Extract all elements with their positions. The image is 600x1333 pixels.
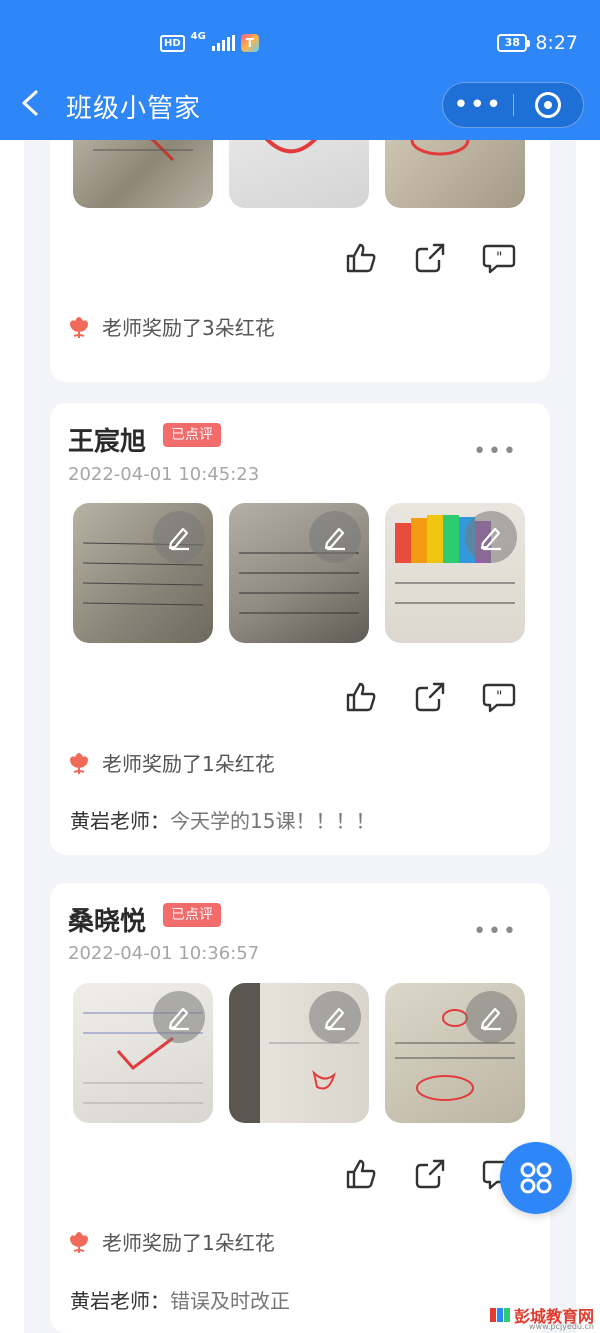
like-icon bbox=[346, 243, 376, 273]
mini-program-capsule: ••• bbox=[442, 82, 584, 128]
battery-icon: 38 bbox=[497, 34, 531, 52]
edit-icon bbox=[480, 1007, 501, 1031]
svg-text:": " bbox=[496, 689, 502, 705]
comment-text: 错误及时改正 bbox=[170, 1289, 290, 1313]
network-type: 4G bbox=[190, 31, 206, 42]
submit-time: 2022-04-01 10:36:57 bbox=[68, 943, 260, 964]
share-button[interactable] bbox=[412, 679, 448, 715]
status-badge: 已点评 bbox=[163, 903, 221, 927]
student-name: 桑晓悦 bbox=[68, 907, 147, 937]
comment-icon: " bbox=[482, 683, 516, 713]
homework-photo[interactable] bbox=[73, 503, 213, 643]
like-button[interactable] bbox=[343, 679, 379, 715]
site-watermark: 彭城教育网 www.pcjyedu.cn bbox=[489, 1303, 594, 1331]
share-icon bbox=[415, 1159, 445, 1189]
homework-photo[interactable] bbox=[229, 503, 369, 643]
share-button[interactable] bbox=[412, 240, 448, 276]
edit-button[interactable] bbox=[309, 991, 361, 1043]
status-left: HD 4G T bbox=[160, 31, 259, 52]
commenter-name: 黄岩老师： bbox=[70, 1289, 170, 1313]
comment-button[interactable]: " bbox=[481, 679, 517, 715]
homework-photo[interactable] bbox=[385, 983, 525, 1123]
like-button[interactable] bbox=[343, 1156, 379, 1192]
edit-icon bbox=[324, 1007, 345, 1031]
edit-button[interactable] bbox=[309, 511, 361, 563]
edit-button[interactable] bbox=[465, 511, 517, 563]
commenter-name: 黄岩老师： bbox=[70, 809, 170, 833]
homework-card: 王宸旭 已点评 2022-04-01 10:45:23 ••• " 老师奖励了1… bbox=[50, 403, 550, 855]
homework-photo[interactable] bbox=[73, 983, 213, 1123]
status-right: 38 8:27 bbox=[497, 32, 578, 54]
status-time: 8:27 bbox=[535, 32, 578, 54]
floating-menu-button[interactable] bbox=[500, 1142, 572, 1214]
more-icon: ••• bbox=[453, 90, 503, 120]
edit-button[interactable] bbox=[465, 991, 517, 1043]
edit-icon bbox=[324, 527, 345, 551]
watermark-url: www.pcjyedu.cn bbox=[529, 1322, 594, 1331]
like-icon bbox=[346, 1159, 376, 1189]
reward-row: 老师奖励了1朵红花 bbox=[66, 1227, 275, 1256]
card-more-button[interactable]: ••• bbox=[473, 439, 518, 464]
status-badge: 已点评 bbox=[163, 423, 221, 447]
reward-row: 老师奖励了3朵红花 bbox=[66, 312, 275, 341]
menu-grid-icon bbox=[520, 1162, 552, 1194]
like-button[interactable] bbox=[343, 240, 379, 276]
comment-button[interactable]: " bbox=[481, 240, 517, 276]
teacher-comment: 黄岩老师：错误及时改正 bbox=[70, 1285, 290, 1314]
comment-text: 今天学的15课！！！！ bbox=[170, 809, 376, 833]
comment-icon: " bbox=[482, 244, 516, 274]
edit-icon bbox=[168, 1007, 189, 1031]
app-notification-icon: T bbox=[240, 34, 259, 52]
submit-time: 2022-04-01 10:45:23 bbox=[68, 464, 260, 485]
share-icon bbox=[415, 243, 445, 273]
edit-button[interactable] bbox=[153, 511, 205, 563]
reward-text: 老师奖励了1朵红花 bbox=[102, 752, 275, 776]
page-title: 班级小管家 bbox=[66, 94, 202, 124]
more-menu-button[interactable]: ••• bbox=[443, 92, 513, 118]
hd-badge: HD bbox=[160, 34, 185, 52]
back-button[interactable] bbox=[18, 88, 48, 122]
student-name: 王宸旭 bbox=[68, 427, 147, 457]
homework-photo[interactable] bbox=[385, 503, 525, 643]
reward-row: 老师奖励了1朵红花 bbox=[66, 748, 275, 777]
edit-icon bbox=[480, 527, 501, 551]
homework-card: 桑晓悦 已点评 2022-04-01 10:36:57 ••• 老师奖励了1朵红… bbox=[50, 883, 550, 1333]
homework-photo[interactable] bbox=[229, 983, 369, 1123]
homework-card: " 老师奖励了3朵红花 bbox=[50, 80, 550, 382]
edit-button[interactable] bbox=[153, 991, 205, 1043]
close-mini-program-button[interactable] bbox=[514, 92, 584, 118]
card-more-button[interactable]: ••• bbox=[473, 919, 518, 944]
teacher-comment: 黄岩老师：今天学的15课！！！！ bbox=[70, 805, 375, 834]
watermark-logo bbox=[489, 1308, 510, 1322]
edit-icon bbox=[168, 527, 189, 551]
reward-text: 老师奖励了3朵红花 bbox=[102, 316, 275, 340]
flower-icon bbox=[70, 1231, 88, 1253]
like-icon bbox=[346, 682, 376, 712]
signal-icon bbox=[211, 35, 235, 51]
share-icon bbox=[415, 682, 445, 712]
svg-text:": " bbox=[496, 250, 502, 266]
back-icon bbox=[22, 90, 38, 116]
share-button[interactable] bbox=[412, 1156, 448, 1192]
flower-icon bbox=[70, 316, 88, 338]
flower-icon bbox=[70, 752, 88, 774]
top-bar: HD 4G T 38 8:27 班级小管家 ••• bbox=[0, 0, 600, 140]
target-icon bbox=[535, 92, 562, 118]
reward-text: 老师奖励了1朵红花 bbox=[102, 1231, 275, 1255]
